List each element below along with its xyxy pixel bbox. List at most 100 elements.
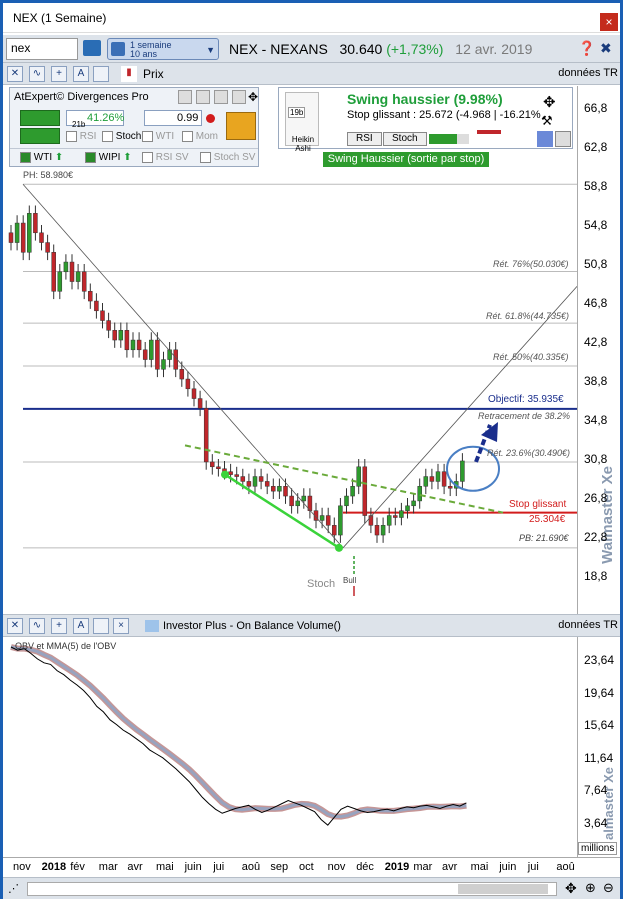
add-indicator-icon[interactable]: + <box>51 618 67 634</box>
indicator-icon[interactable]: ∿ <box>29 618 45 634</box>
bull-label: Bull <box>343 576 357 585</box>
prix-label: Prix <box>143 67 164 81</box>
chk-wti[interactable]: WTI <box>142 131 174 142</box>
x-tick: mai <box>156 861 174 873</box>
candle-body <box>45 242 50 253</box>
ret50-label: Rét. 50%(40.335€) <box>493 352 569 362</box>
settings-icon[interactable] <box>196 90 210 104</box>
donnees-label-2: données TR <box>558 619 618 631</box>
zoom-out-icon[interactable]: ⊖ <box>603 880 614 896</box>
chk-rsi[interactable]: RSI <box>66 131 96 142</box>
bell-icon[interactable] <box>226 112 256 140</box>
candlestick-icon[interactable]: ▮ <box>121 66 137 82</box>
price-change: (+1,73%) <box>386 41 444 57</box>
scroll-thumb[interactable] <box>458 884 548 894</box>
config-icon[interactable] <box>214 90 228 104</box>
refresh-icon[interactable] <box>178 90 192 104</box>
tools-icon[interactable]: ✕ <box>7 66 23 82</box>
obv-legend: OBV et MMA(5) de l'OBV <box>15 641 117 651</box>
indicator-icon[interactable]: ∿ <box>29 66 45 82</box>
chk-wipi[interactable]: WIPI ⬆ <box>85 152 132 163</box>
candle-body <box>380 525 386 536</box>
candle-body <box>362 466 368 516</box>
price-y-axis: Walmaster Xe 66,8 62,8 58,8 54,8 50,8 46,8 42,… <box>577 86 620 614</box>
candle-body <box>124 330 130 351</box>
x-tick: mar <box>98 861 118 873</box>
symbol-search-input[interactable]: nex <box>6 38 78 60</box>
tools-icon[interactable]: ✕ <box>7 618 23 634</box>
chk-wti-sv[interactable]: WTI ⬆ <box>20 152 63 163</box>
blank-icon[interactable] <box>93 618 109 634</box>
swing-badge: Swing Haussier (sortie par stop) <box>323 152 489 167</box>
millions-label: millions <box>578 842 618 855</box>
app-window: NEX (1 Semaine) × nex 1 semaine 10 ans ▼… <box>0 0 623 899</box>
main-toolbar: nex 1 semaine 10 ans ▼ NEX - NEXANS 30.6… <box>3 35 620 63</box>
help-icon[interactable]: ❓ <box>578 40 595 57</box>
ret76-label: Rét. 76%(50.030€) <box>493 259 569 269</box>
move-icon[interactable]: ✥ <box>543 93 556 111</box>
grid-icon[interactable] <box>232 90 246 104</box>
obv-chart[interactable]: OBV et MMA(5) de l'OBV <box>3 637 577 857</box>
ratio-value: 0.99 <box>177 112 199 124</box>
ret236-label: Rét. 23.6%(30.490€) <box>487 448 571 458</box>
move-icon[interactable]: ✥ <box>248 90 258 104</box>
stoch-button[interactable]: Stoch <box>383 132 427 146</box>
zoom-in-icon[interactable]: ⊕ <box>585 880 596 896</box>
tools-icon[interactable]: ✖ <box>600 40 612 57</box>
candle-body <box>33 213 38 234</box>
chk-mom[interactable]: Mom <box>182 131 218 142</box>
candle-body <box>429 476 435 482</box>
price: 30.640 <box>339 41 383 57</box>
x-tick: mar <box>413 861 433 873</box>
close-indicator-icon[interactable]: × <box>113 618 129 634</box>
y-tick: 34,8 <box>584 413 608 427</box>
candle-body <box>136 339 142 351</box>
wrench-icon[interactable]: ⚒ <box>541 113 553 129</box>
obv-y-axis: millions almaster Xe 23,64 19,64 15,64 11,6… <box>577 637 620 857</box>
ret618-label: Rét. 61.8%(44.735€) <box>486 311 570 321</box>
x-tick: 2018 <box>41 861 67 873</box>
candle-body <box>203 408 209 463</box>
close-button[interactable]: × <box>600 13 618 31</box>
obv-y-tick: 23,64 <box>584 653 615 667</box>
obv-y-tick: 11,64 <box>584 750 614 765</box>
record-icon[interactable] <box>206 114 215 123</box>
rsi-button[interactable]: RSI <box>347 132 382 146</box>
candle-body <box>417 486 422 502</box>
heikin-ashi-thumbnail[interactable]: 19b Heikin Ashi <box>285 92 319 153</box>
candle-body <box>411 500 416 507</box>
wave-button-1[interactable] <box>20 110 60 126</box>
candle-body <box>20 222 26 253</box>
candle-body <box>210 461 215 468</box>
period-selector[interactable]: 1 semaine 10 ans ▼ <box>107 38 219 60</box>
candle-body <box>130 339 136 351</box>
resize-grip-icon[interactable]: ⋰ <box>8 882 19 895</box>
y-tick: 30,8 <box>584 452 608 466</box>
candle-body <box>344 495 349 507</box>
candle-body <box>338 505 343 536</box>
candle-body <box>295 500 300 507</box>
y-tick: 46,8 <box>584 296 608 310</box>
indicator-row: WTI ⬆ WIPI ⬆ RSI SV Stoch SV <box>10 148 258 166</box>
y-tick: 62,8 <box>584 140 608 154</box>
chk-stoch-sv[interactable]: Stoch SV <box>200 152 255 163</box>
chk-stoch[interactable]: Stoch <box>102 131 141 142</box>
candle-body <box>88 291 93 302</box>
chart-icon-1[interactable] <box>537 131 553 147</box>
horizontal-scrollbar[interactable] <box>27 882 557 896</box>
x-tick: nov <box>327 861 346 873</box>
y-tick: 54,8 <box>584 218 608 232</box>
ap-icon[interactable]: A <box>73 618 89 634</box>
ap-icon[interactable]: A <box>73 66 89 82</box>
blank-icon[interactable] <box>93 66 109 82</box>
pan-icon[interactable]: ✥ <box>565 880 577 897</box>
wave-button-2[interactable] <box>20 128 60 144</box>
book-icon[interactable] <box>83 40 101 56</box>
window-title: NEX (1 Semaine) <box>13 11 107 25</box>
candle-body <box>405 505 410 511</box>
add-indicator-icon[interactable]: + <box>51 66 67 82</box>
chk-rsi-sv[interactable]: RSI SV <box>142 152 189 163</box>
ratio-badge: 0.99 <box>144 110 202 126</box>
obv-y-tick: 7,64 <box>584 783 608 797</box>
chart-icon-2[interactable] <box>555 131 571 147</box>
